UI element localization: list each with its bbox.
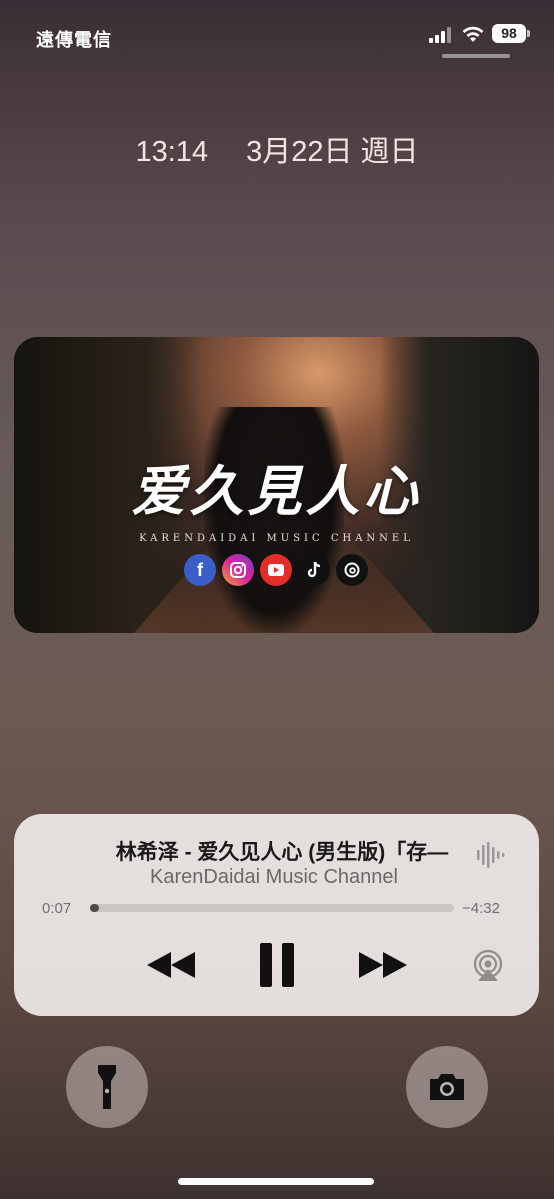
pause-icon [260, 943, 294, 987]
instagram-icon [222, 554, 254, 586]
fast-forward-icon [359, 952, 407, 978]
carrier-name: 遠傳電信 [36, 30, 112, 50]
airplay-button[interactable] [470, 948, 506, 984]
progress-scrubber[interactable] [90, 904, 454, 912]
rewind-button[interactable] [142, 944, 200, 986]
facebook-icon: f [184, 554, 216, 586]
status-grabber[interactable] [442, 54, 510, 58]
pause-button[interactable] [252, 940, 302, 990]
home-indicator[interactable] [178, 1178, 374, 1185]
artwork-title: 爱久見人心 [131, 459, 422, 523]
rewind-icon [147, 952, 195, 978]
threads-icon [336, 554, 368, 586]
cellular-signal-icon [429, 27, 453, 43]
wifi-icon [462, 26, 484, 42]
status-bar: 遠傳電信 98 [0, 0, 554, 70]
elapsed-time: 0:07 [42, 900, 72, 917]
artwork-subtitle: KARENDAIDAI MUSIC CHANNEL [139, 533, 414, 544]
battery-indicator: 98 [492, 24, 526, 43]
battery-tip [527, 30, 530, 37]
song-artist: KarenDaidai Music Channel [150, 866, 398, 888]
now-playing-widget[interactable]: 林希泽 - 爱久见人心 (男生版)「存— KarenDaidai Music C… [14, 814, 539, 1016]
flashlight-icon [98, 1065, 116, 1109]
youtube-icon [260, 554, 292, 586]
airplay-icon [473, 949, 503, 981]
artwork-social-icons: f [184, 554, 368, 586]
progress-fill [90, 904, 100, 912]
flashlight-button[interactable] [66, 1046, 148, 1128]
song-title: 林希泽 - 爱久见人心 (男生版)「存— [115, 841, 449, 864]
fast-forward-button[interactable] [354, 944, 412, 986]
camera-icon [430, 1074, 464, 1100]
lock-date-time: 13:14 3月22日 週日 [0, 128, 554, 170]
remaining-time: −4:32 [462, 900, 500, 917]
lock-date: 3月22日 週日 [246, 136, 419, 168]
lock-time: 13:14 [135, 136, 209, 168]
camera-button[interactable] [406, 1046, 488, 1128]
audio-waveform-icon[interactable] [476, 840, 506, 870]
album-artwork: 爱久見人心 KARENDAIDAI MUSIC CHANNEL f [14, 337, 539, 633]
tiktok-icon [298, 554, 330, 586]
